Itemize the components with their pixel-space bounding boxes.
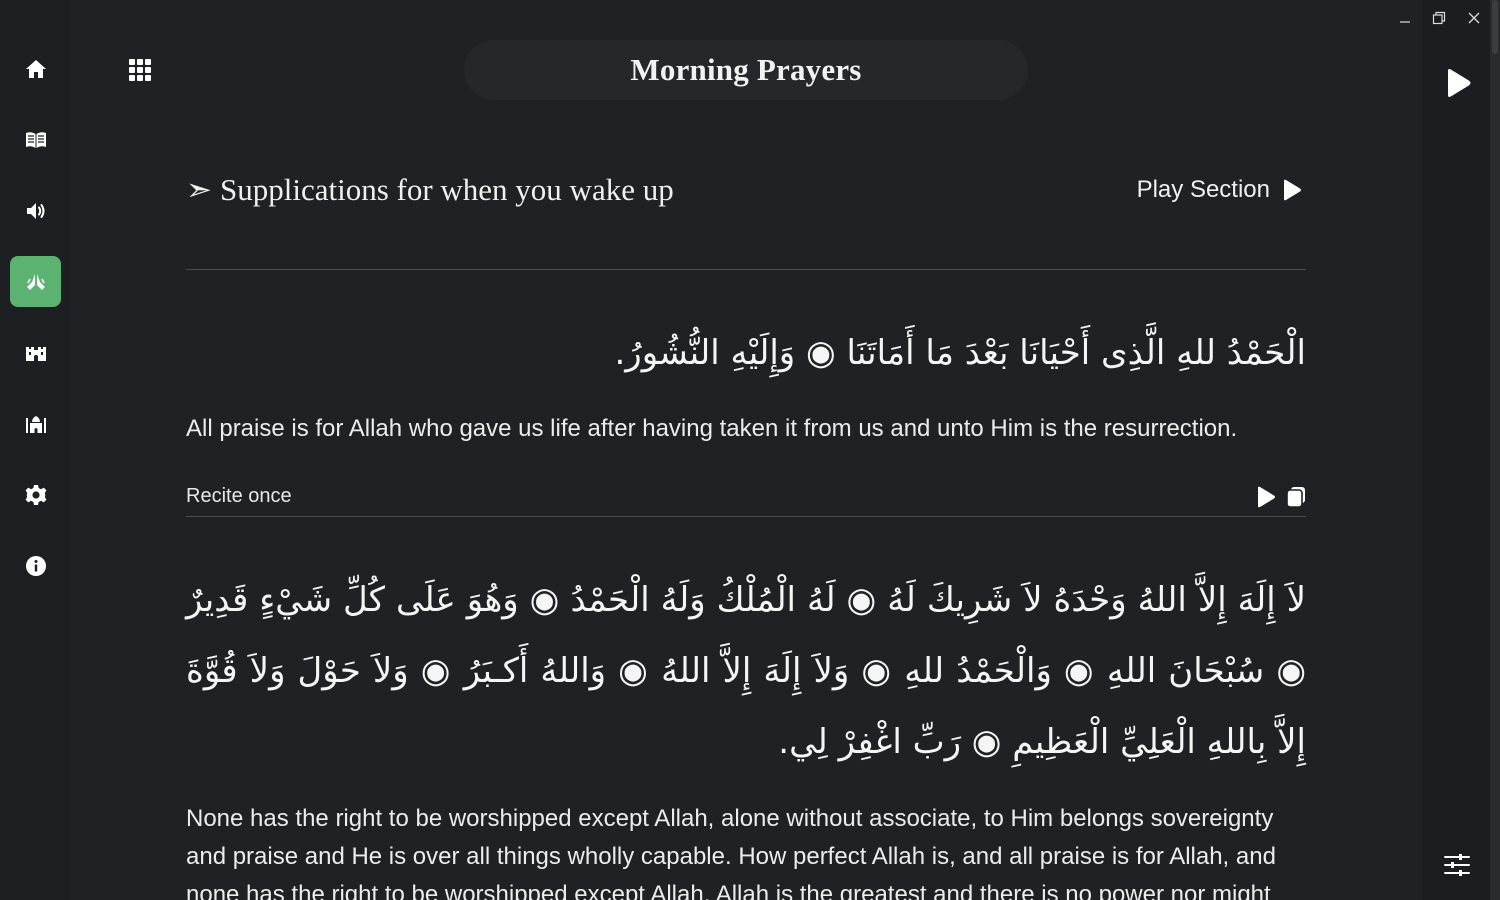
minimize-icon <box>1400 21 1410 23</box>
info-icon <box>25 555 46 576</box>
close-button[interactable] <box>1462 6 1486 30</box>
section-divider <box>186 269 1306 270</box>
praying-hands-icon <box>26 273 45 290</box>
grid-menu-button[interactable] <box>126 56 154 84</box>
restore-icon <box>1432 11 1446 25</box>
page-title-pill: Morning Prayers <box>464 40 1028 100</box>
section-title: ➣ Supplications for when you wake up <box>186 172 674 208</box>
mosque-icon <box>25 415 46 433</box>
scrollbar-thumb[interactable] <box>1492 0 1498 54</box>
scrollbar[interactable] <box>1490 0 1500 900</box>
dua-arabic-text: الْحَمْدُ للهِ الَّذِى أَحْيَانَا بَعْدَ… <box>614 333 1307 373</box>
minimize-button[interactable] <box>1393 6 1417 30</box>
restore-button[interactable] <box>1427 6 1451 30</box>
grid-icon <box>129 59 151 81</box>
sidebar-item-audio[interactable] <box>10 185 61 236</box>
dua-arabic-text: لاَ إِلَهَ إِلاَّ اللهُ وَحْدَهُ لاَ شَر… <box>186 580 1306 762</box>
display-settings-button[interactable] <box>1444 852 1470 878</box>
sidebar-item-info[interactable] <box>10 540 61 591</box>
sidebar-item-quran[interactable] <box>10 114 61 165</box>
main-content: Morning Prayers ➣ Supplications for when … <box>70 0 1422 900</box>
dua-translation: None has the right to be worshipped exce… <box>186 805 1276 900</box>
sliders-icon <box>1444 854 1470 876</box>
play-section-label: Play Section <box>1136 176 1270 203</box>
right-panel <box>1422 0 1490 900</box>
dua-actions <box>1256 486 1306 508</box>
dua-footer: Recite once <box>186 482 1306 516</box>
dua-divider <box>186 516 1306 517</box>
repetition-label: Recite once <box>186 485 292 507</box>
play-icon <box>1448 69 1471 97</box>
page-title: Morning Prayers <box>630 52 862 87</box>
sidebar-item-fort[interactable] <box>10 327 61 378</box>
play-icon <box>1284 179 1301 201</box>
section-header: ➣ Supplications for when you wake up Play… <box>186 166 1306 222</box>
play-section-button[interactable]: Play Section <box>1137 176 1302 204</box>
close-icon <box>1468 12 1480 24</box>
sidebar-item-mosque[interactable] <box>10 398 61 449</box>
section-arrow-icon: ➣ <box>186 172 212 207</box>
section-title-text: Supplications for when you wake up <box>219 172 674 207</box>
sidebar-item-prayers[interactable] <box>10 256 61 307</box>
sidebar-item-home[interactable] <box>10 43 61 94</box>
quran-book-icon <box>25 131 46 148</box>
copy-icon[interactable] <box>1286 486 1306 508</box>
play-dua-icon[interactable] <box>1256 486 1276 508</box>
speaker-icon <box>26 202 44 219</box>
gear-icon <box>25 484 46 505</box>
fort-icon <box>25 346 46 361</box>
play-all-button[interactable] <box>1444 68 1472 98</box>
dua-translation: All praise is for Allah who gave us life… <box>186 415 1238 442</box>
home-icon <box>25 59 46 78</box>
sidebar-nav <box>0 0 70 900</box>
sidebar-item-settings[interactable] <box>10 469 61 520</box>
